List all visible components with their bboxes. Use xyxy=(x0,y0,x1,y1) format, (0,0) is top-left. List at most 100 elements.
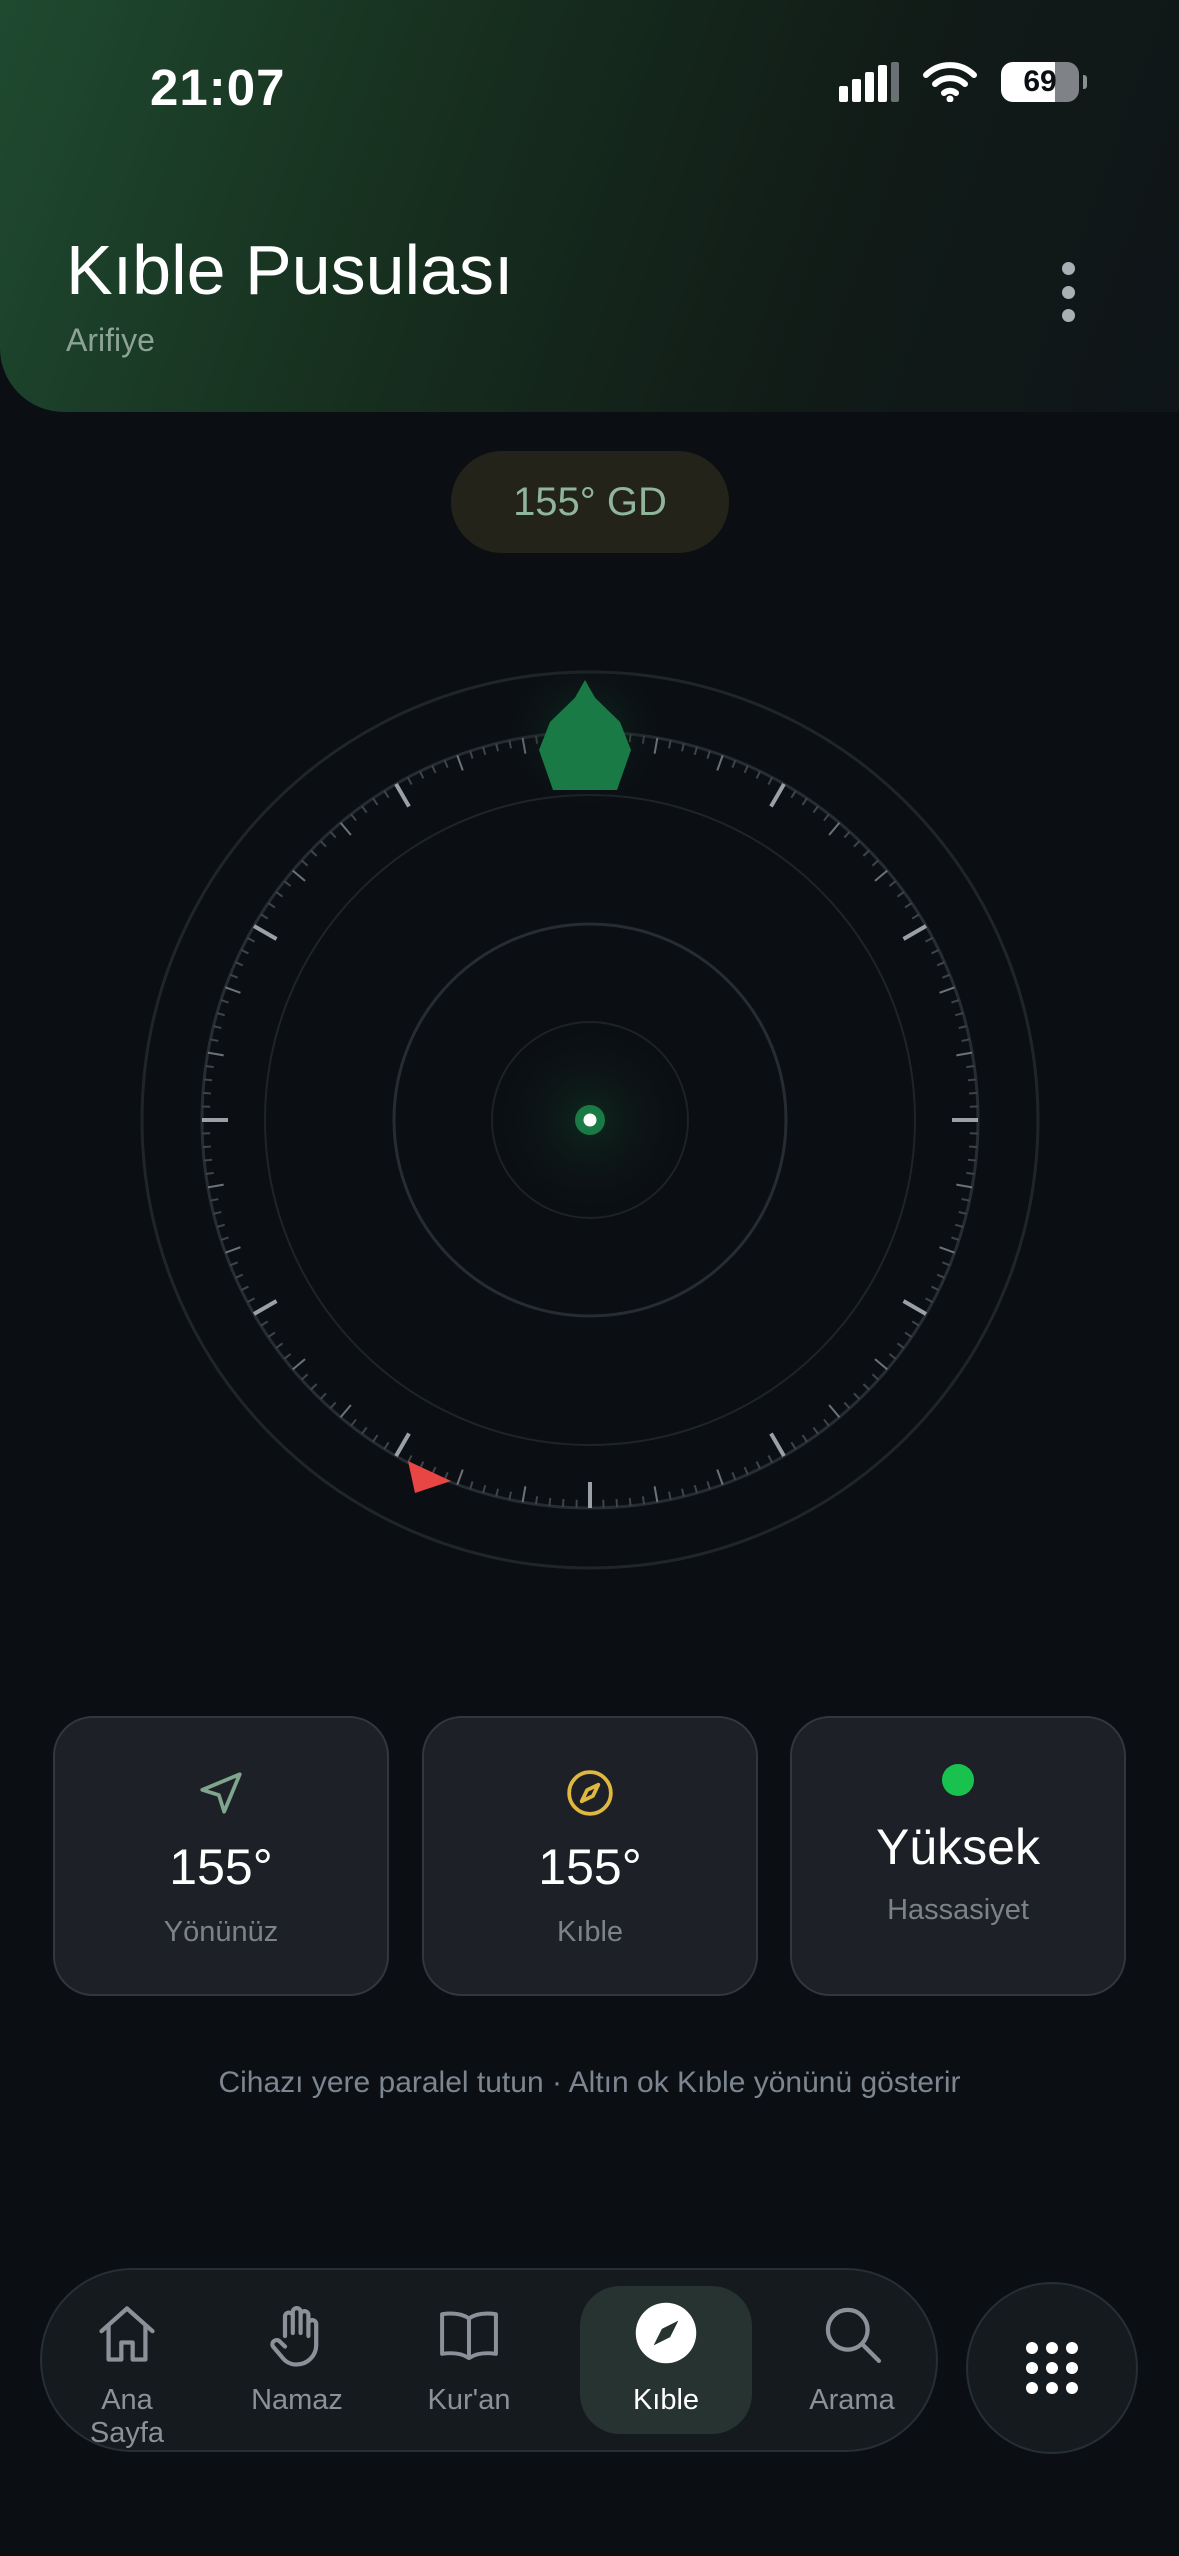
compass-tick xyxy=(939,1246,955,1254)
page-title: Kıble Pusulası xyxy=(66,231,514,309)
compass-tick xyxy=(283,880,292,887)
compass-tick xyxy=(535,1496,539,1505)
compass-tick xyxy=(456,755,464,771)
nav-item-quran[interactable]: Kur'an xyxy=(404,2270,534,2450)
compass-tick xyxy=(716,1469,724,1485)
compass-tick xyxy=(706,1481,711,1490)
compass-tick xyxy=(925,1297,934,1304)
compass-tick xyxy=(936,961,945,967)
compass-tick xyxy=(213,1025,222,1030)
qibla-label: Kıble xyxy=(556,1916,624,1948)
compass-tick xyxy=(812,1426,819,1435)
nav-item-search[interactable]: Arama xyxy=(787,2270,917,2450)
compass-tick xyxy=(329,830,337,839)
qibla-card: 155° Kıble xyxy=(422,1716,758,1996)
nav-label: Arama xyxy=(809,2384,895,2416)
bottom-nav: Ana Sayfa Namaz Kur'an Kıble Arama xyxy=(40,2268,938,2452)
compass-tick xyxy=(267,1331,276,1338)
compass-tick xyxy=(205,1065,214,1069)
compass-tick xyxy=(951,999,960,1004)
compass-tick xyxy=(716,755,724,771)
nav-label: Kur'an xyxy=(427,2384,511,2416)
compass-tick xyxy=(958,1210,967,1215)
nav-item-home[interactable]: Ana Sayfa xyxy=(62,2270,192,2450)
compass-tick xyxy=(275,891,284,898)
compass-tick xyxy=(495,743,500,752)
nav-label: Kıble xyxy=(632,2384,700,2416)
compass-tick xyxy=(383,790,390,799)
compass-tick xyxy=(693,746,698,755)
compass-tick xyxy=(888,880,897,887)
compass-tick xyxy=(469,1481,474,1490)
compass-tick xyxy=(790,1441,797,1450)
compass-tick xyxy=(958,1025,967,1030)
compass-tick xyxy=(967,1158,976,1162)
compass-tick xyxy=(548,1497,552,1506)
compass-tick xyxy=(310,849,318,857)
compass-tick xyxy=(931,1285,940,1291)
compass-tick xyxy=(246,1297,255,1304)
compass-tick xyxy=(823,1418,830,1427)
compass-tick xyxy=(339,822,352,836)
accuracy-value: Yüksek xyxy=(876,1819,1040,1875)
compass-tick xyxy=(823,813,830,822)
compass-tick xyxy=(801,1434,808,1443)
more-apps-button[interactable] xyxy=(966,2282,1138,2454)
compass-tick xyxy=(956,1183,973,1189)
compass-tick xyxy=(904,902,913,909)
status-dot-icon xyxy=(792,1764,1124,1818)
compass-tick xyxy=(801,797,808,806)
compass-tick xyxy=(283,1353,292,1360)
compass-tick xyxy=(941,973,951,979)
heading-value: 155° xyxy=(169,1839,273,1895)
compass-tick xyxy=(653,1486,659,1503)
compass-tick xyxy=(706,750,711,759)
battery-icon: 69 xyxy=(1001,62,1087,102)
compass-tick xyxy=(641,1496,645,1505)
compass-tick xyxy=(350,1418,357,1427)
compass-tick xyxy=(350,813,357,822)
compass-tick xyxy=(207,1051,224,1057)
status-icons: 69 xyxy=(839,62,1087,102)
compass-tick xyxy=(966,1171,975,1175)
compass-tick xyxy=(902,924,928,941)
compass-tick xyxy=(300,1373,309,1381)
compass-tick xyxy=(615,1499,619,1508)
heading-label: Yönünüz xyxy=(163,1916,279,1948)
more-options-icon[interactable] xyxy=(1048,262,1088,322)
compass-tick xyxy=(319,840,327,848)
compass-tick xyxy=(431,765,437,774)
compass-tick xyxy=(769,782,786,808)
cellular-signal-icon xyxy=(839,62,899,102)
compass-tick xyxy=(925,936,934,943)
nav-label: Namaz xyxy=(251,2384,343,2416)
compass-tick xyxy=(482,746,487,755)
compass-tick xyxy=(828,822,841,836)
compass-tick xyxy=(225,986,241,994)
compass-tick xyxy=(731,1471,737,1481)
compass-tick xyxy=(755,1461,761,1470)
compass-tick xyxy=(561,1499,565,1508)
compass-tick xyxy=(495,1488,500,1497)
compass-tick xyxy=(967,1078,976,1082)
compass-tick xyxy=(743,765,749,774)
wifi-icon xyxy=(923,62,977,102)
compass-tick xyxy=(853,840,861,848)
hand-icon xyxy=(232,2300,362,2370)
nav-item-qibla[interactable]: Kıble xyxy=(580,2270,752,2450)
compass-tick xyxy=(260,913,269,920)
compass-tick xyxy=(252,924,278,941)
compass-tick xyxy=(394,782,411,808)
compass-tick xyxy=(229,973,239,979)
compass-tick xyxy=(955,1223,964,1228)
compass-icon xyxy=(424,1768,756,1818)
compass-tick xyxy=(329,1401,337,1410)
compass-tick xyxy=(853,1392,861,1400)
compass-tick xyxy=(292,869,306,882)
compass-tick xyxy=(628,1497,632,1506)
nav-item-prayer[interactable]: Namaz xyxy=(232,2270,362,2450)
compass-tick xyxy=(874,869,888,882)
compass-tick xyxy=(969,1091,978,1095)
status-time: 21:07 xyxy=(150,59,286,116)
compass-tick xyxy=(204,1078,213,1082)
